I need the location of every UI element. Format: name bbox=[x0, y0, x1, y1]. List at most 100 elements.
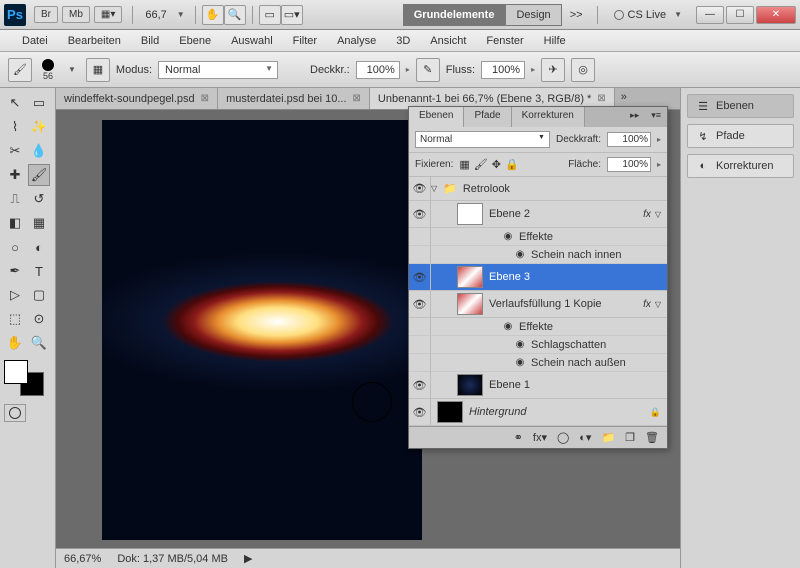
rotate-view-button[interactable]: ▭ bbox=[259, 5, 281, 25]
effects-row[interactable]: ◉ Effekte bbox=[409, 228, 667, 246]
pen-tool[interactable]: ✒ bbox=[4, 260, 26, 282]
workspace-essentials[interactable]: Grundelemente bbox=[403, 4, 506, 26]
blur-tool[interactable]: ○ bbox=[4, 236, 26, 258]
gradient-tool[interactable]: ▦ bbox=[28, 212, 50, 234]
tab-adjustments[interactable]: Korrekturen bbox=[512, 107, 585, 127]
layer-name[interactable]: Retrolook bbox=[457, 181, 667, 197]
menu-edit[interactable]: Bearbeiten bbox=[58, 33, 131, 49]
tool-preset-icon[interactable]: 🖌 bbox=[8, 58, 32, 82]
layer-thumbnail[interactable] bbox=[457, 374, 483, 396]
document-tab[interactable]: windeffekt-soundpegel.psd⊠ bbox=[56, 88, 218, 109]
opacity-input[interactable]: 100% bbox=[607, 132, 651, 147]
panel-toggle-layers[interactable]: ☰Ebenen bbox=[687, 94, 794, 118]
layer-thumbnail[interactable] bbox=[437, 401, 463, 423]
dodge-tool[interactable]: ◐ bbox=[28, 236, 50, 258]
layer-name[interactable]: Ebene 1 bbox=[489, 377, 667, 393]
color-swatches[interactable] bbox=[4, 360, 48, 396]
adjustment-layer-icon[interactable]: ◐▾ bbox=[579, 431, 591, 444]
dropdown-arrow-icon[interactable]: ▼ bbox=[177, 10, 185, 19]
menu-view[interactable]: Ansicht bbox=[420, 33, 476, 49]
minibridge-button[interactable]: Mb bbox=[62, 6, 90, 23]
menu-help[interactable]: Hilfe bbox=[534, 33, 576, 49]
brush-tool[interactable]: 🖌 bbox=[28, 164, 50, 186]
status-arrow-icon[interactable]: ▶ bbox=[244, 552, 252, 565]
layer-style-icon[interactable]: fx▾ bbox=[533, 431, 547, 444]
close-icon[interactable]: ⊠ bbox=[201, 93, 209, 104]
3d-camera-tool[interactable]: ⊙ bbox=[28, 308, 50, 330]
shape-tool[interactable]: ▢ bbox=[28, 284, 50, 306]
fx-badge[interactable]: fx bbox=[643, 209, 655, 220]
opacity-input[interactable]: 100% bbox=[356, 61, 400, 79]
airbrush-icon[interactable]: ✈ bbox=[541, 58, 565, 82]
visibility-toggle[interactable]: 👁 bbox=[409, 291, 431, 317]
layer-row[interactable]: 👁 Hintergrund 🔒 bbox=[409, 399, 667, 426]
quick-mask-toggle[interactable] bbox=[4, 404, 26, 422]
zoom-status[interactable]: 66,67% bbox=[64, 553, 101, 565]
effect-item[interactable]: ◉ Schein nach außen bbox=[409, 354, 667, 372]
lock-all-icon[interactable]: 🔒 bbox=[505, 158, 519, 171]
flow-input[interactable]: 100% bbox=[481, 61, 525, 79]
fx-badge[interactable]: fx bbox=[643, 299, 655, 310]
maximize-button[interactable]: ☐ bbox=[726, 6, 754, 24]
panel-menu-icon[interactable]: ▾≡ bbox=[645, 107, 667, 127]
layer-thumbnail[interactable] bbox=[457, 293, 483, 315]
panel-toggle-paths[interactable]: ↯Pfade bbox=[687, 124, 794, 148]
new-group-icon[interactable]: 📁 bbox=[601, 431, 615, 444]
layer-mask-icon[interactable]: ◯ bbox=[557, 431, 569, 444]
delete-layer-icon[interactable]: 🗑 bbox=[645, 431, 659, 444]
view-extras-button[interactable]: ▦▾ bbox=[94, 6, 122, 23]
minimize-button[interactable]: — bbox=[696, 6, 724, 24]
blend-mode-select[interactable]: Normal bbox=[415, 131, 550, 148]
effect-item[interactable]: ◉ Schein nach innen bbox=[409, 246, 667, 264]
crop-tool[interactable]: ✂ bbox=[4, 140, 26, 162]
cslive-button[interactable]: CS Live▼ bbox=[614, 9, 686, 21]
hand-tool-button[interactable]: ✋ bbox=[202, 5, 224, 25]
artboard[interactable] bbox=[102, 120, 422, 540]
visibility-toggle[interactable]: 👁 bbox=[409, 201, 431, 227]
effect-item[interactable]: ◉ Schlagschatten bbox=[409, 336, 667, 354]
menu-3d[interactable]: 3D bbox=[386, 33, 420, 49]
foreground-color-swatch[interactable] bbox=[4, 360, 28, 384]
tablet-pressure-icon[interactable]: ◎ bbox=[571, 58, 595, 82]
lock-transparency-icon[interactable]: ▦ bbox=[459, 158, 469, 171]
menu-layer[interactable]: Ebene bbox=[169, 33, 221, 49]
wand-tool[interactable]: ✨ bbox=[28, 116, 50, 138]
blend-mode-select[interactable]: Normal bbox=[158, 61, 278, 79]
lasso-tool[interactable]: ⌇ bbox=[4, 116, 26, 138]
type-tool[interactable]: T bbox=[28, 260, 50, 282]
layer-name[interactable]: Verlaufsfüllung 1 Kopie bbox=[489, 296, 643, 312]
brush-panel-toggle[interactable]: ▦ bbox=[86, 58, 110, 82]
visibility-toggle[interactable] bbox=[409, 318, 431, 335]
layer-row[interactable]: 👁 Verlaufsfüllung 1 Kopie fx▽ bbox=[409, 291, 667, 318]
menu-filter[interactable]: Filter bbox=[283, 33, 327, 49]
layer-name[interactable]: Ebene 2 bbox=[489, 206, 643, 222]
layer-row[interactable]: 👁 Ebene 1 bbox=[409, 372, 667, 399]
fill-input[interactable]: 100% bbox=[607, 157, 651, 172]
menu-analysis[interactable]: Analyse bbox=[327, 33, 386, 49]
brush-preview[interactable]: 56 bbox=[42, 59, 54, 81]
path-select-tool[interactable]: ▷ bbox=[4, 284, 26, 306]
layer-thumbnail[interactable] bbox=[457, 266, 483, 288]
menu-window[interactable]: Fenster bbox=[476, 33, 533, 49]
visibility-toggle[interactable]: 👁 bbox=[409, 399, 431, 425]
visibility-toggle[interactable]: 👁 bbox=[409, 177, 431, 200]
close-icon[interactable]: ⊠ bbox=[597, 93, 605, 104]
lock-position-icon[interactable]: ✥ bbox=[492, 158, 501, 171]
stamp-tool[interactable]: ⎍ bbox=[4, 188, 26, 210]
zoom-tool-button[interactable]: 🔍 bbox=[224, 5, 246, 25]
layer-row[interactable]: 👁 Ebene 2 fx▽ bbox=[409, 201, 667, 228]
menu-file[interactable]: Datei bbox=[12, 33, 58, 49]
collapse-icon[interactable]: ▸▸ bbox=[624, 107, 645, 127]
menu-select[interactable]: Auswahl bbox=[221, 33, 283, 49]
tab-paths[interactable]: Pfade bbox=[464, 107, 511, 127]
layer-row[interactable]: 👁 Ebene 3 bbox=[409, 264, 667, 291]
opacity-pressure-icon[interactable]: ✎ bbox=[416, 58, 440, 82]
expand-icon[interactable]: ▽ bbox=[431, 184, 443, 193]
menu-image[interactable]: Bild bbox=[131, 33, 169, 49]
screen-mode-button[interactable]: ▭▾ bbox=[281, 5, 303, 25]
visibility-toggle[interactable] bbox=[409, 354, 431, 371]
effects-row[interactable]: ◉ Effekte bbox=[409, 318, 667, 336]
hand-tool[interactable]: ✋ bbox=[4, 332, 26, 354]
zoom-display[interactable]: 66,7 bbox=[145, 9, 166, 21]
tab-layers[interactable]: Ebenen bbox=[409, 107, 464, 127]
